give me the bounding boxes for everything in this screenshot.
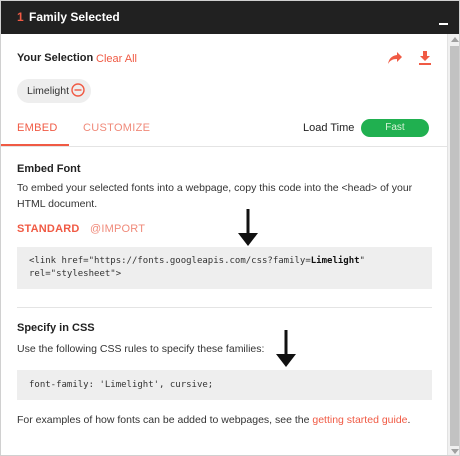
tab-standard[interactable]: STANDARD: [17, 223, 80, 235]
remove-circle-icon[interactable]: [71, 83, 85, 97]
font-selection-drawer: 1 Family Selected Your Selection Clear A…: [0, 0, 460, 456]
section-divider: [17, 307, 432, 308]
minimize-icon[interactable]: [439, 23, 448, 25]
load-time-label: Load Time: [303, 122, 355, 134]
embed-code-box[interactable]: <link href="https://fonts.googleapis.com…: [17, 247, 432, 289]
examples-text: For examples of how fonts can be added t…: [17, 414, 410, 426]
embed-code-prefix: <link href="https://fonts.googleapis.com…: [29, 256, 311, 266]
load-time-badge: Fast: [361, 119, 429, 137]
vertical-scrollbar[interactable]: [447, 34, 459, 455]
embed-code-family: Limelight: [310, 256, 360, 266]
font-chip: Limelight: [17, 79, 91, 103]
drawer-content: Your Selection Clear All Limelight EMBED…: [1, 34, 447, 455]
down-arrow-annotation-icon: [238, 209, 258, 246]
examples-prefix: For examples of how fonts can be added t…: [17, 414, 313, 426]
getting-started-link[interactable]: getting started guide: [312, 414, 407, 426]
embed-font-description: To embed your selected fonts into a webp…: [17, 182, 413, 210]
tab-embed[interactable]: EMBED: [17, 122, 58, 134]
selection-label: Your Selection: [17, 52, 94, 64]
download-icon[interactable]: [418, 50, 432, 66]
drawer-title: Family Selected: [29, 10, 120, 24]
drawer-header[interactable]: 1 Family Selected: [1, 1, 459, 34]
family-count: 1: [17, 10, 24, 24]
tab-customize[interactable]: CUSTOMIZE: [83, 122, 150, 134]
font-chip-label: Limelight: [27, 85, 70, 97]
down-arrow-annotation-icon: [276, 330, 296, 367]
css-code-box[interactable]: font-family: 'Limelight', cursive;: [17, 370, 432, 400]
clear-all-button[interactable]: Clear All: [96, 53, 137, 65]
scroll-up-icon[interactable]: [451, 37, 459, 42]
embed-font-heading: Embed Font: [17, 163, 81, 175]
load-time-value: Fast: [385, 122, 405, 133]
specify-css-heading: Specify in CSS: [17, 322, 95, 334]
share-icon[interactable]: [387, 51, 403, 65]
scroll-down-icon[interactable]: [451, 449, 459, 454]
tab-import[interactable]: @IMPORT: [90, 223, 145, 235]
specify-css-description: Use the following CSS rules to specify t…: [17, 343, 265, 355]
scrollbar-thumb[interactable]: [450, 46, 459, 446]
examples-suffix: .: [407, 414, 411, 426]
tabs-divider: [1, 146, 447, 147]
